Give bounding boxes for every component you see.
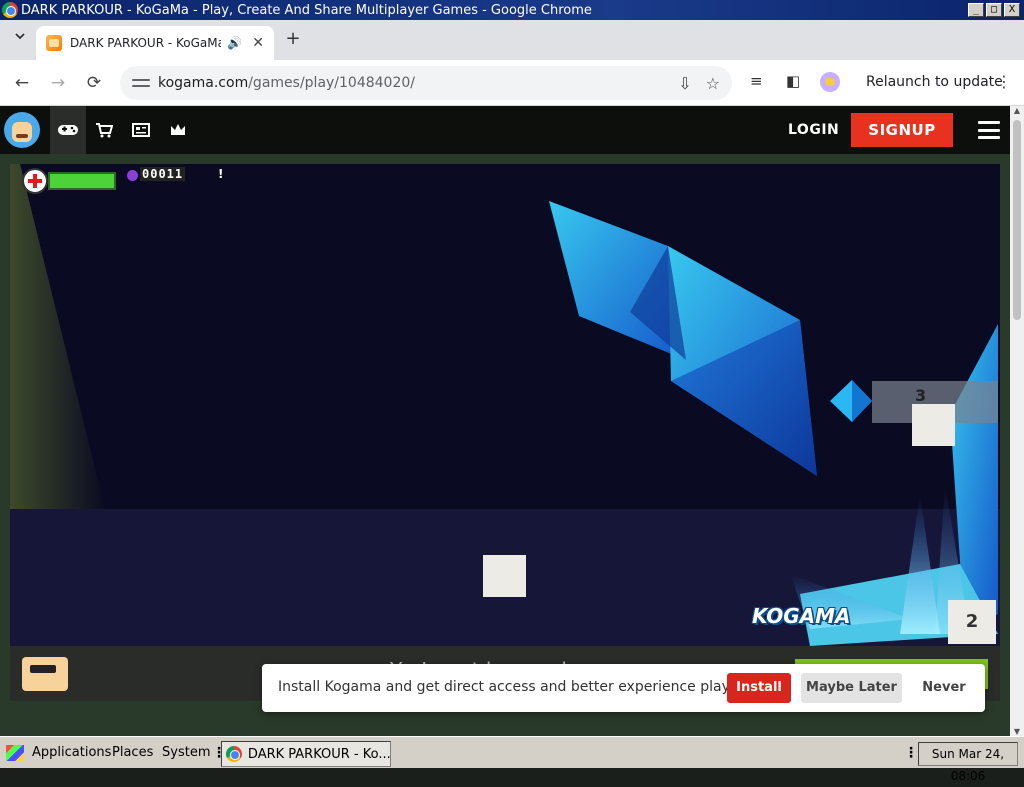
site-info-icon[interactable]	[132, 74, 150, 92]
tray-handle-icon: ⋮	[904, 745, 918, 761]
new-tab-button[interactable]: +	[282, 28, 304, 50]
maximize-button[interactable]: □	[986, 3, 1002, 17]
applications-menu-icon[interactable]	[6, 745, 24, 761]
url-host: kogama.com	[158, 75, 249, 91]
health-bar	[48, 172, 116, 190]
tab-strip: DARK PARKOUR - KoGaMa 🔊 ✕ +	[0, 20, 1024, 60]
gem-counter-icon	[127, 170, 138, 181]
cart-icon	[96, 123, 113, 138]
kogama-header: LOGIN SIGNUP	[0, 106, 1010, 154]
install-message: Install Kogama and get direct access and…	[278, 679, 752, 695]
close-tab-icon[interactable]: ✕	[252, 35, 264, 51]
browser-toolbar: ← → ⟳ kogama.com/games/play/10484020/ ⇩ …	[0, 60, 1024, 106]
relaunch-to-update-button[interactable]: Relaunch to update	[866, 74, 1003, 90]
close-window-button[interactable]: X	[1004, 3, 1020, 17]
chrome-menu-icon[interactable]: ⋮	[996, 72, 1012, 91]
chrome-icon	[2, 2, 18, 18]
tab-search-button[interactable]	[10, 29, 30, 49]
gem-counter: 00011	[140, 167, 186, 181]
browser-tab-active[interactable]: DARK PARKOUR - KoGaMa 🔊 ✕	[36, 26, 274, 60]
white-block-upper	[912, 404, 955, 446]
window-titlebar: DARK PARKOUR - KoGaMa - Play, Create And…	[0, 0, 1024, 20]
nav-news[interactable]	[123, 106, 159, 154]
desktop-taskbar: Applications Places System ⋮ DARK PARKOU…	[0, 736, 1024, 783]
taskbar-window-label: DARK PARKOUR - Ko...	[247, 746, 390, 762]
page-scrollbar[interactable]: ▲ ▼	[1010, 106, 1024, 736]
taskbar-chrome-window[interactable]: DARK PARKOUR - Ko...	[221, 741, 391, 767]
crystal-label: 3	[915, 386, 927, 405]
address-bar[interactable]: kogama.com/games/play/10484020/ ⇩ ☆	[120, 66, 732, 100]
audio-playing-icon[interactable]: 🔊	[227, 36, 242, 50]
news-icon	[132, 123, 150, 137]
back-button[interactable]: ←	[10, 71, 34, 95]
player-avatar	[22, 657, 68, 691]
places-menu[interactable]: Places	[112, 745, 153, 760]
gamepad-icon	[58, 125, 78, 135]
url-path: /games/play/10484020/	[248, 75, 415, 91]
chevron-down-icon	[15, 33, 25, 40]
install-banner: Install Kogama and get direct access and…	[262, 664, 985, 712]
profile-avatar-icon[interactable]	[820, 72, 840, 92]
tab-title: DARK PARKOUR - KoGaMa	[70, 36, 222, 50]
url-text[interactable]: kogama.com/games/play/10484020/	[158, 75, 664, 91]
install-app-icon[interactable]: ⇩	[678, 74, 691, 93]
window-title: DARK PARKOUR - KoGaMa - Play, Create And…	[21, 2, 592, 18]
media-control-icon[interactable]: ≡	[750, 72, 763, 90]
scrollbar-thumb[interactable]	[1013, 120, 1021, 320]
forward-button[interactable]: →	[46, 71, 70, 95]
applications-menu[interactable]: Applications	[32, 745, 111, 760]
install-button[interactable]: Install	[727, 673, 791, 703]
minimize-button[interactable]: _	[968, 3, 984, 17]
hamburger-menu-icon[interactable]	[978, 121, 1000, 139]
window-controls: _ □ X	[968, 3, 1020, 17]
scroll-down-arrow-icon[interactable]: ▼	[1010, 727, 1024, 736]
score-counter: 2	[948, 600, 996, 644]
nav-games[interactable]	[50, 106, 86, 154]
taskbar-handle-icon: ⋮	[212, 745, 226, 761]
kogama-favicon-icon	[46, 35, 62, 51]
reload-button[interactable]: ⟳	[82, 71, 106, 95]
nav-leaderboard[interactable]	[160, 106, 196, 154]
chrome-icon	[226, 746, 242, 762]
white-block-lower	[483, 555, 526, 597]
kogama-watermark-logo: KOGAMA	[752, 604, 851, 628]
bookmark-star-icon[interactable]: ☆	[706, 74, 720, 93]
health-icon	[22, 168, 48, 194]
system-menu[interactable]: System	[162, 745, 210, 760]
nav-shop[interactable]	[86, 106, 122, 154]
login-button[interactable]: LOGIN	[788, 122, 839, 138]
never-button[interactable]: Never	[912, 673, 976, 703]
crown-icon	[171, 124, 185, 135]
checkpoint-flag-icon: !	[218, 167, 224, 181]
scroll-up-arrow-icon[interactable]: ▲	[1010, 106, 1024, 115]
taskbar-clock[interactable]: Sun Mar 24, 08:06	[918, 742, 1018, 783]
game-viewport[interactable]: 00011 ! 3 KOGAMA 2	[10, 164, 1000, 646]
signup-button[interactable]: SIGNUP	[851, 113, 953, 147]
side-panel-icon[interactable]: ◧	[786, 72, 800, 90]
maybe-later-button[interactable]: Maybe Later	[801, 673, 902, 703]
web-page: LOGIN SIGNUP 00011 ! 3 KOGAMA 2 Install …	[0, 106, 1010, 736]
kogama-logo-icon[interactable]	[4, 112, 40, 148]
